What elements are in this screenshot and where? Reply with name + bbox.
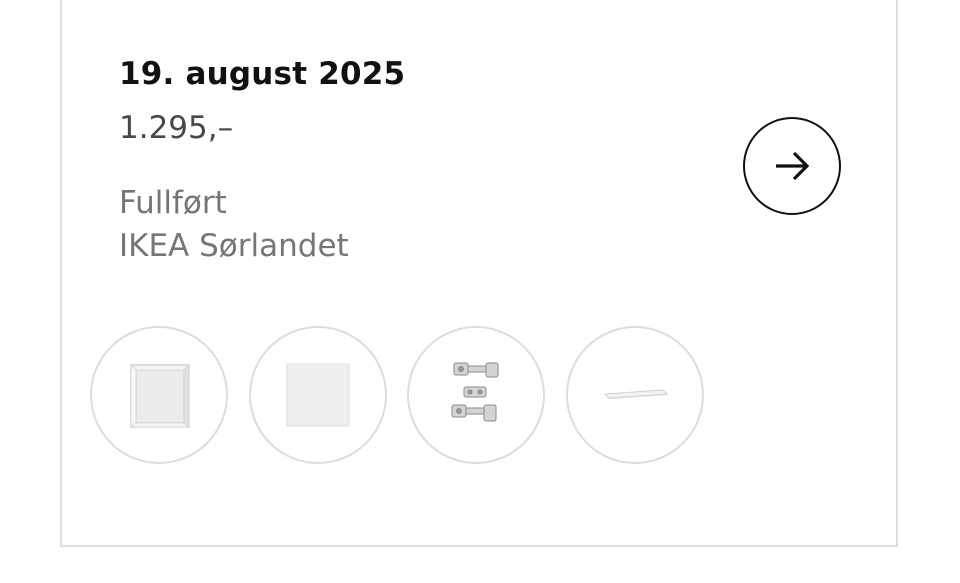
open-order-button[interactable]	[743, 117, 841, 215]
order-store: IKEA Sørlandet	[119, 228, 349, 264]
product-thumb-1[interactable]	[90, 326, 228, 464]
arrow-right-icon	[776, 151, 810, 181]
product-thumbnails	[90, 326, 710, 466]
shelf-icon	[603, 389, 669, 399]
order-card[interactable]: 19. august 2025 1.295,– Fullført IKEA Sø…	[60, 0, 898, 547]
door-panel-icon	[286, 363, 350, 427]
order-status: Fullført	[119, 185, 227, 221]
cabinet-frame-icon	[129, 364, 191, 428]
product-thumb-3[interactable]	[407, 326, 545, 464]
product-thumb-4[interactable]	[566, 326, 704, 464]
order-price: 1.295,–	[119, 110, 234, 146]
product-thumb-2[interactable]	[249, 326, 387, 464]
hinges-icon	[451, 362, 499, 422]
order-date: 19. august 2025	[119, 56, 406, 92]
order-status-block: Fullført IKEA Sørlandet	[119, 182, 349, 268]
